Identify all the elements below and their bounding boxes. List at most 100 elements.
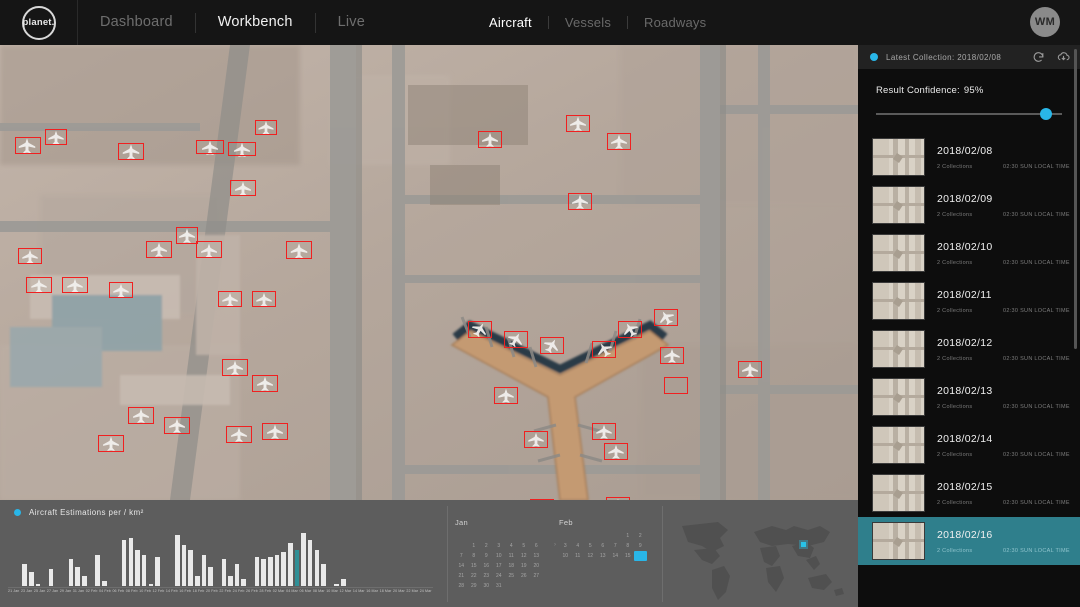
panel-scrollbar[interactable]	[1074, 49, 1077, 349]
calendar-day[interactable]: 14	[609, 551, 622, 561]
calendar-day[interactable]: 8	[468, 551, 481, 561]
chart-bar[interactable]	[35, 583, 41, 586]
chart-bar[interactable]	[128, 537, 134, 586]
calendar-day[interactable]: 7	[455, 551, 468, 561]
chart-bar[interactable]	[22, 564, 27, 586]
calendar-day[interactable]: 9	[480, 551, 493, 561]
calendar-day[interactable]: 5	[584, 541, 597, 551]
aircraft-detection-box[interactable]	[252, 291, 276, 307]
aircraft-detection-box[interactable]	[15, 137, 41, 154]
aircraft-detection-box[interactable]	[494, 387, 518, 404]
aircraft-detection-box[interactable]	[230, 180, 256, 196]
aircraft-detection-box[interactable]	[222, 359, 248, 376]
aircraft-detection-box[interactable]	[228, 142, 256, 156]
calendar-day[interactable]: 2	[634, 531, 647, 541]
calendar-day[interactable]: 20	[530, 561, 543, 571]
calendar-day[interactable]: 16	[480, 561, 493, 571]
calendar-day[interactable]: 31	[493, 581, 506, 591]
calendar-day[interactable]: 6	[530, 541, 543, 551]
calendar-day[interactable]: 21	[455, 571, 468, 581]
calendar-day[interactable]: 29	[468, 581, 481, 591]
calendar-day[interactable]: 12	[518, 551, 531, 561]
collection-list-item[interactable]: 2018/02/13 2 Collections 02:30 SUN LOCAL T…	[858, 373, 1080, 421]
aircraft-detection-box[interactable]	[654, 309, 678, 326]
calendar-day[interactable]: 23	[480, 571, 493, 581]
chart-bar[interactable]	[188, 549, 193, 586]
chart-bar[interactable]	[194, 576, 200, 586]
chart-bar[interactable]	[241, 578, 247, 586]
calendar-day[interactable]: 4	[572, 541, 585, 551]
collection-list-item[interactable]: 2018/02/10 2 Collections 02:30 SUN LOCAL T…	[858, 229, 1080, 277]
calendar-day[interactable]: 5	[518, 541, 531, 551]
aircraft-detection-box[interactable]	[45, 129, 67, 145]
aircraft-detection-box[interactable]	[226, 426, 252, 443]
nav-item-workbench[interactable]: Workbench	[196, 0, 315, 45]
chart-bar[interactable]	[208, 566, 213, 586]
aircraft-detection-box[interactable]	[18, 248, 42, 264]
calendar-day[interactable]: 1	[622, 531, 635, 541]
calendar-day[interactable]: 18	[505, 561, 518, 571]
chart-bar[interactable]	[28, 571, 34, 586]
aircraft-detection-box[interactable]	[478, 131, 502, 148]
confidence-slider[interactable]	[876, 108, 1062, 120]
chart-bar[interactable]	[341, 578, 346, 586]
calendar-day[interactable]: 3	[493, 541, 506, 551]
chart-bar[interactable]	[141, 554, 147, 586]
chart-bar[interactable]	[75, 566, 80, 586]
calendar-day[interactable]: 15	[468, 561, 481, 571]
aircraft-detection-box[interactable]	[252, 375, 278, 392]
chart-bar[interactable]	[268, 557, 273, 586]
chart-bar[interactable]	[307, 540, 313, 586]
calendar-day[interactable]: 1	[468, 541, 481, 551]
user-avatar[interactable]: WM	[1030, 7, 1060, 37]
calendar-day[interactable]: 25	[505, 571, 518, 581]
chart-bar[interactable]	[221, 559, 227, 586]
chart-bar[interactable]	[301, 532, 306, 586]
calendar-day[interactable]: 28	[455, 581, 468, 591]
chart-bar[interactable]	[135, 549, 140, 586]
calendar-day[interactable]: 15	[622, 551, 635, 561]
calendar-day[interactable]: 8	[622, 541, 635, 551]
aircraft-detection-box[interactable]	[738, 361, 762, 378]
aircraft-detection-box[interactable]	[568, 193, 592, 210]
calendar-day[interactable]: 22	[468, 571, 481, 581]
calendar-day[interactable]: 2	[480, 541, 493, 551]
aircraft-detection-box[interactable]	[196, 140, 224, 154]
aircraft-detection-box[interactable]	[566, 115, 590, 132]
planet-logo[interactable]: planet.	[0, 0, 78, 45]
chart-bar[interactable]	[95, 554, 100, 586]
aircraft-detection-box[interactable]	[604, 443, 628, 460]
chart-bar[interactable]	[334, 583, 339, 586]
chart-bar[interactable]	[68, 559, 74, 586]
aircraft-detection-box[interactable]	[218, 291, 242, 307]
aircraft-detection-box[interactable]	[146, 241, 172, 258]
satellite-map-view[interactable]	[0, 45, 858, 500]
chart-bar[interactable]	[201, 554, 207, 586]
slider-thumb[interactable]	[1039, 108, 1052, 120]
aircraft-detection-box[interactable]	[176, 227, 198, 244]
chart-bar[interactable]	[82, 576, 87, 586]
calendar-day[interactable]: 30	[480, 581, 493, 591]
aircraft-detection-box[interactable]	[592, 423, 616, 440]
refresh-icon[interactable]	[1032, 51, 1045, 64]
aircraft-detection-box[interactable]	[504, 331, 528, 348]
chart-bar[interactable]	[234, 564, 240, 586]
aircraft-detection-box[interactable]	[196, 241, 222, 258]
nav-item-dashboard[interactable]: Dashboard	[78, 0, 195, 45]
aircraft-detection-box[interactable]	[62, 277, 88, 293]
aircraft-detection-box[interactable]	[607, 133, 631, 150]
collection-list-item[interactable]: 2018/02/11 2 Collections 02:30 SUN LOCAL T…	[858, 277, 1080, 325]
tab-vessels[interactable]: Vessels	[549, 15, 627, 30]
calendar-day[interactable]: 4	[505, 541, 518, 551]
aircraft-detection-box[interactable]	[26, 277, 52, 293]
chart-bar[interactable]	[181, 544, 187, 586]
aircraft-detection-box[interactable]	[592, 341, 616, 358]
chart-bar[interactable]	[48, 569, 54, 586]
chart-bar[interactable]	[294, 549, 300, 586]
tab-aircraft[interactable]: Aircraft	[473, 15, 548, 30]
calendar-day[interactable]: 10	[559, 551, 572, 561]
chart-bar[interactable]	[254, 557, 260, 586]
world-locator-map[interactable]	[668, 512, 858, 604]
calendar-day[interactable]: 19	[518, 561, 531, 571]
collection-list-item[interactable]: 2018/02/12 2 Collections 02:30 SUN LOCAL T…	[858, 325, 1080, 373]
